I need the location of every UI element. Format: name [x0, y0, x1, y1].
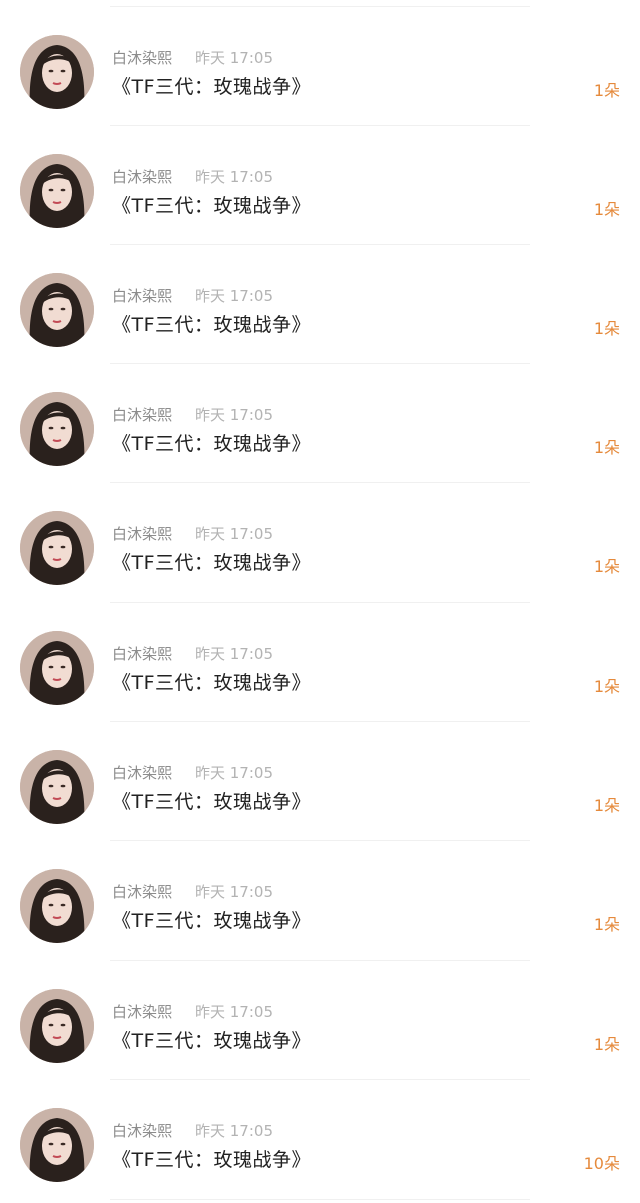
gift-list: 白沐染熙 昨天 17:05 《TF三代：玫瑰战争》 1朵 白沐染熙 昨天 17:… [0, 0, 640, 1203]
flower-count: 1朵 [593, 915, 620, 934]
timestamp: 昨天 17:05 [195, 1122, 273, 1140]
timestamp: 昨天 17:05 [195, 168, 273, 186]
list-item[interactable]: 白沐染熙 昨天 17:05 《TF三代：玫瑰战争》 1朵 [0, 961, 640, 1080]
list-item[interactable]: 白沐染熙 昨天 17:05 《TF三代：玫瑰战争》 10朵 [0, 1080, 640, 1199]
list-item[interactable]: 白沐染熙 昨天 17:05 《TF三代：玫瑰战争》 1朵 [0, 245, 640, 364]
avatar-icon[interactable] [20, 1108, 94, 1182]
divider [110, 1199, 530, 1200]
timestamp: 昨天 17:05 [195, 645, 273, 663]
work-title[interactable]: 《TF三代：玫瑰战争》 [112, 1145, 311, 1172]
timestamp: 昨天 17:05 [195, 287, 273, 305]
list-item[interactable]: 白沐染熙 昨天 17:05 《TF三代：玫瑰战争》 1朵 [0, 603, 640, 722]
timestamp: 昨天 17:05 [195, 1003, 273, 1021]
work-title[interactable]: 《TF三代：玫瑰战争》 [112, 787, 311, 814]
avatar-icon[interactable] [20, 273, 94, 347]
list-item[interactable]: 白沐染熙 昨天 17:05 《TF三代：玫瑰战争》 1朵 [0, 722, 640, 841]
avatar-icon[interactable] [20, 35, 94, 109]
flower-count: 1朵 [593, 796, 620, 815]
timestamp: 昨天 17:05 [195, 883, 273, 901]
work-title[interactable]: 《TF三代：玫瑰战争》 [112, 310, 311, 337]
flower-count: 1朵 [593, 557, 620, 576]
sender-name: 白沐染熙 [112, 287, 173, 305]
avatar-icon[interactable] [20, 869, 94, 943]
avatar-icon[interactable] [20, 392, 94, 466]
sender-name: 白沐染熙 [112, 764, 173, 782]
flower-count: 1朵 [593, 81, 620, 100]
avatar-icon[interactable] [20, 631, 94, 705]
list-item[interactable]: 白沐染熙 昨天 17:05 《TF三代：玫瑰战争》 1朵 [0, 7, 640, 126]
flower-count: 1朵 [593, 319, 620, 338]
avatar-icon[interactable] [20, 154, 94, 228]
list-item[interactable]: 白沐染熙 昨天 17:05 《TF三代：玫瑰战争》 1朵 [0, 364, 640, 483]
list-item[interactable]: 白沐染熙 昨天 17:05 《TF三代：玫瑰战争》 1朵 [0, 483, 640, 602]
sender-name: 白沐染熙 [112, 406, 173, 424]
work-title[interactable]: 《TF三代：玫瑰战争》 [112, 668, 311, 695]
sender-name: 白沐染熙 [112, 168, 173, 186]
avatar-icon[interactable] [20, 750, 94, 824]
flower-count: 10朵 [583, 1154, 620, 1173]
list-item[interactable]: 白沐染熙 昨天 17:05 《TF三代：玫瑰战争》 1朵 [0, 126, 640, 245]
flower-count: 1朵 [593, 677, 620, 696]
avatar-icon[interactable] [20, 511, 94, 585]
work-title[interactable]: 《TF三代：玫瑰战争》 [112, 72, 311, 99]
timestamp: 昨天 17:05 [195, 406, 273, 424]
timestamp: 昨天 17:05 [195, 764, 273, 782]
flower-count: 1朵 [593, 1035, 620, 1054]
avatar-icon[interactable] [20, 989, 94, 1063]
work-title[interactable]: 《TF三代：玫瑰战争》 [112, 429, 311, 456]
work-title[interactable]: 《TF三代：玫瑰战争》 [112, 1026, 311, 1053]
sender-name: 白沐染熙 [112, 1003, 173, 1021]
work-title[interactable]: 《TF三代：玫瑰战争》 [112, 191, 311, 218]
work-title[interactable]: 《TF三代：玫瑰战争》 [112, 548, 311, 575]
sender-name: 白沐染熙 [112, 645, 173, 663]
flower-count: 1朵 [593, 200, 620, 219]
sender-name: 白沐染熙 [112, 49, 173, 67]
work-title[interactable]: 《TF三代：玫瑰战争》 [112, 906, 311, 933]
timestamp: 昨天 17:05 [195, 525, 273, 543]
flower-count: 1朵 [593, 438, 620, 457]
sender-name: 白沐染熙 [112, 1122, 173, 1140]
sender-name: 白沐染熙 [112, 525, 173, 543]
list-item[interactable]: 白沐染熙 昨天 17:05 《TF三代：玫瑰战争》 1朵 [0, 841, 640, 960]
timestamp: 昨天 17:05 [195, 49, 273, 67]
sender-name: 白沐染熙 [112, 883, 173, 901]
